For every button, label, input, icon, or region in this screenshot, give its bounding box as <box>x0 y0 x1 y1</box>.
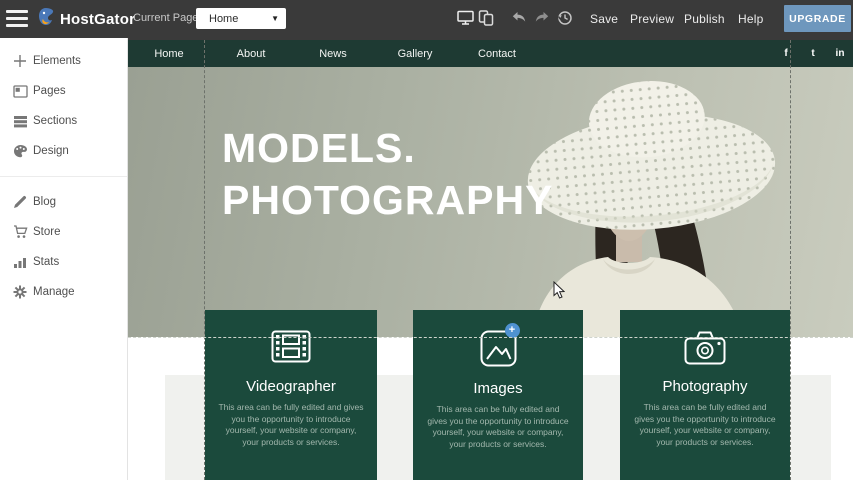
social-links: f t in <box>779 40 847 67</box>
cart-icon <box>12 224 28 240</box>
window-icon <box>12 83 28 99</box>
site-nav-home[interactable]: Home <box>128 40 210 67</box>
pencil-icon <box>12 194 28 210</box>
current-page-label: Current Page: <box>133 12 201 24</box>
card-title: Photography <box>620 378 790 395</box>
linkedin-icon[interactable]: in <box>833 48 847 59</box>
rows-icon <box>12 113 28 129</box>
hero-heading-line2: PHOTOGRAPHY <box>222 174 553 226</box>
bar-chart-icon <box>12 254 28 270</box>
sidebar-item-sections[interactable]: Sections <box>0 106 127 136</box>
mobile-view-icon[interactable] <box>478 10 494 31</box>
hero-heading[interactable]: MODELS. PHOTOGRAPHY <box>222 122 553 226</box>
site-nav-news[interactable]: News <box>292 40 374 67</box>
topbar: HostGator Current Page: Home ▼ <box>0 0 853 38</box>
hero-heading-line1: MODELS. <box>222 122 553 174</box>
sidebar-item-elements[interactable]: Elements <box>0 46 127 76</box>
publish-button[interactable]: Publish <box>684 12 725 26</box>
site-nav-contact[interactable]: Contact <box>456 40 538 67</box>
hero-section[interactable]: MODELS. PHOTOGRAPHY <box>128 67 853 337</box>
hero-photo-model <box>508 67 853 337</box>
undo-icon[interactable] <box>512 11 527 29</box>
sidebar-item-blog[interactable]: Blog <box>0 187 127 217</box>
camera-icon <box>684 330 726 370</box>
card-title: Videographer <box>205 378 377 395</box>
sidebar: Elements Pages Sections <box>0 38 128 480</box>
card-description: This area can be fully edited and gives … <box>426 404 570 450</box>
feature-card-images[interactable]: + Images This area can be fully edited a… <box>413 310 583 480</box>
plus-icon <box>12 53 28 69</box>
sidebar-item-manage[interactable]: Manage <box>0 277 127 307</box>
sidebar-item-design[interactable]: Design <box>0 136 127 166</box>
add-image-badge[interactable]: + <box>505 323 520 338</box>
desktop-view-icon[interactable] <box>457 10 474 31</box>
preview-button[interactable]: Preview <box>630 12 674 26</box>
facebook-icon[interactable]: f <box>779 48 793 59</box>
film-strip-icon <box>271 330 311 370</box>
palette-icon <box>12 143 28 159</box>
feature-card-videographer[interactable]: Videographer This area can be fully edit… <box>205 310 377 480</box>
card-description: This area can be fully edited and gives … <box>633 402 777 448</box>
save-button[interactable]: Save <box>590 12 618 26</box>
card-title: Images <box>413 380 583 397</box>
builder-app: HostGator Current Page: Home ▼ <box>0 0 853 480</box>
page-select-dropdown[interactable]: Home ▼ <box>196 8 286 29</box>
sidebar-item-stats[interactable]: Stats <box>0 247 127 277</box>
card-description: This area can be fully edited and gives … <box>218 402 364 448</box>
gator-mascot-icon <box>36 7 56 32</box>
sidebar-item-pages[interactable]: Pages <box>0 76 127 106</box>
sidebar-item-store[interactable]: Store <box>0 217 127 247</box>
hostgator-logo[interactable]: HostGator <box>36 7 135 31</box>
twitter-icon[interactable]: t <box>806 48 820 59</box>
image-icon: + <box>480 330 517 370</box>
redo-icon[interactable] <box>534 11 549 29</box>
site-nav-about[interactable]: About <box>210 40 292 67</box>
site-nav-gallery[interactable]: Gallery <box>374 40 456 67</box>
history-icon[interactable] <box>557 10 573 31</box>
brand-name: HostGator <box>60 11 135 28</box>
feature-card-photography[interactable]: Photography This area can be fully edite… <box>620 310 790 480</box>
gear-icon <box>12 284 28 300</box>
sidebar-divider <box>0 176 127 177</box>
page-select-value: Home <box>203 13 271 25</box>
site-navbar: Home About News Gallery Contact f t in <box>128 40 853 67</box>
site-preview: Home About News Gallery Contact f t in <box>128 40 853 480</box>
chevron-down-icon: ▼ <box>271 14 279 23</box>
help-button[interactable]: Help <box>738 12 763 26</box>
upgrade-button[interactable]: UPGRADE <box>784 5 851 32</box>
menu-icon[interactable] <box>6 10 28 27</box>
